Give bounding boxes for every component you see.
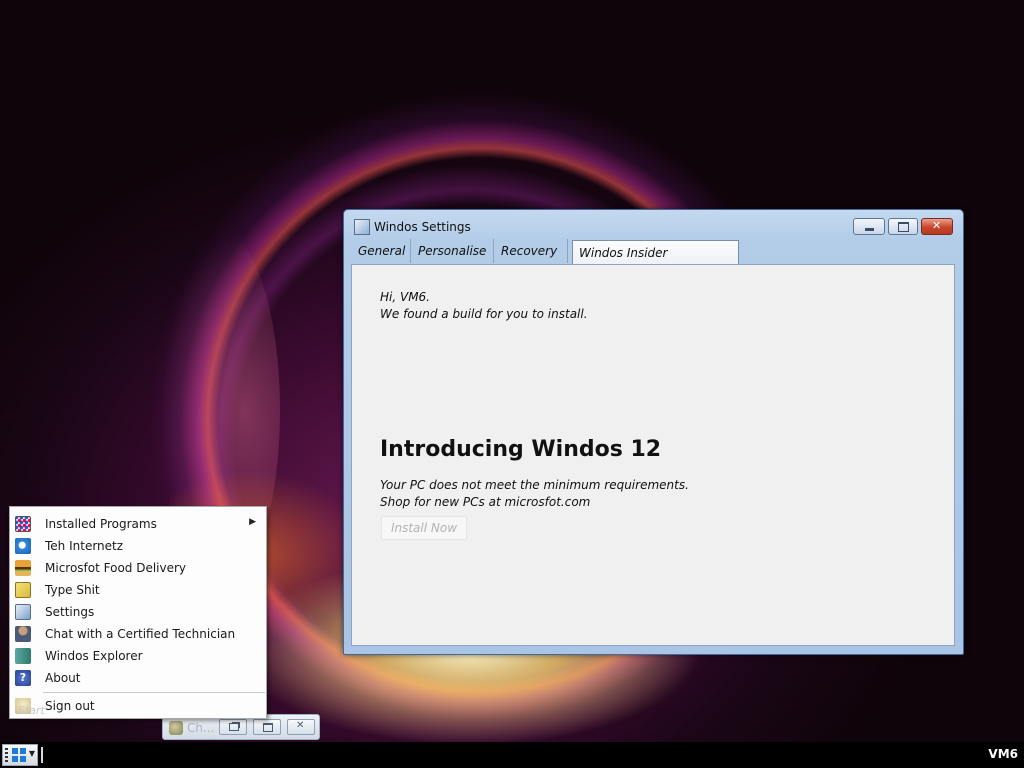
minimize-button[interactable] <box>853 218 885 235</box>
menu-separator <box>43 692 265 693</box>
tab-personalise[interactable]: Personalise <box>411 239 494 263</box>
menu-item-windos-explorer[interactable]: Windos Explorer <box>10 645 266 667</box>
greeting: Hi, VM6. We found a build for you to ins… <box>380 289 588 323</box>
requirements-line: Your PC does not meet the minimum requir… <box>380 478 689 492</box>
tab-general[interactable]: General <box>351 239 411 263</box>
menu-item-label: Microsfot Food Delivery <box>45 561 187 575</box>
menu-item-about[interactable]: ? About <box>10 667 266 689</box>
menu-item-food-delivery[interactable]: Microsfot Food Delivery <box>10 557 266 579</box>
maximize-button[interactable] <box>253 719 281 735</box>
explorer-icon <box>15 648 31 664</box>
windows-logo-icon <box>12 748 26 762</box>
internet-explorer-icon <box>15 538 31 554</box>
menu-item-label: Teh Internetz <box>45 539 124 553</box>
greeting-line: Hi, VM6. <box>380 290 430 304</box>
menu-item-label: Chat with a Certified Technician <box>45 627 236 641</box>
menu-item-chat-technician[interactable]: Chat with a Certified Technician <box>10 623 266 645</box>
menu-item-type[interactable]: Type Shit <box>10 579 266 601</box>
menu-item-label: Settings <box>45 605 95 619</box>
close-button[interactable] <box>287 719 315 735</box>
window-titlebar[interactable]: Windos Settings <box>344 210 963 240</box>
menu-item-sign-out[interactable]: Sign out <box>10 695 266 717</box>
menu-item-settings[interactable]: Settings <box>10 601 266 623</box>
menu-item-label: About <box>45 671 81 685</box>
menu-item-label: Windos Explorer <box>45 649 143 663</box>
start-menu: Installed Programs ▶ Teh Internetz Micro… <box>9 506 267 719</box>
window-title: Windos Settings <box>374 220 471 234</box>
settings-icon <box>15 604 31 620</box>
submenu-arrow-icon: ▶ <box>249 517 256 527</box>
install-now-button[interactable]: Install Now <box>381 516 467 540</box>
start-button[interactable]: ▼ <box>2 744 38 766</box>
tab-content: Hi, VM6. We found a build for you to ins… <box>351 264 955 646</box>
help-icon: ? <box>15 670 31 686</box>
maximize-button[interactable] <box>888 218 918 235</box>
tab-insider-programme[interactable]: Windos Insider Programme <box>572 240 739 284</box>
taskbar-username: VM6 <box>988 747 1018 761</box>
burger-icon <box>15 560 31 576</box>
requirements-message: Your PC does not meet the minimum requir… <box>380 477 689 511</box>
technician-icon <box>169 721 183 735</box>
chevron-down-icon: ▼ <box>28 749 35 758</box>
taskbar-divider <box>41 747 43 763</box>
notepad-icon <box>15 582 31 598</box>
tab-recovery[interactable]: Recovery <box>494 239 568 263</box>
headline: Introducing Windos 12 <box>380 437 662 462</box>
menu-item-installed-programs[interactable]: Installed Programs ▶ <box>10 513 266 535</box>
menu-item-label: Installed Programs <box>45 517 157 531</box>
close-button[interactable] <box>921 218 953 235</box>
menu-item-teh-internetz[interactable]: Teh Internetz <box>10 535 266 557</box>
taskbar: ▼ VM6 <box>0 742 1024 768</box>
technician-icon <box>15 626 31 642</box>
restore-button[interactable] <box>219 719 247 735</box>
start-ghost-label: Start <box>18 704 45 717</box>
minimized-window-title: Ch... <box>187 721 215 735</box>
settings-icon <box>354 219 370 235</box>
requirements-line: Shop for new PCs at microsfot.com <box>380 495 591 509</box>
programs-icon <box>15 516 31 532</box>
menu-item-label: Type Shit <box>45 583 100 597</box>
greeting-line: We found a build for you to install. <box>380 307 588 321</box>
menu-item-label: Sign out <box>45 699 95 713</box>
settings-window: Windos Settings General Personalise Reco… <box>343 209 964 655</box>
grip-handle <box>5 748 8 762</box>
